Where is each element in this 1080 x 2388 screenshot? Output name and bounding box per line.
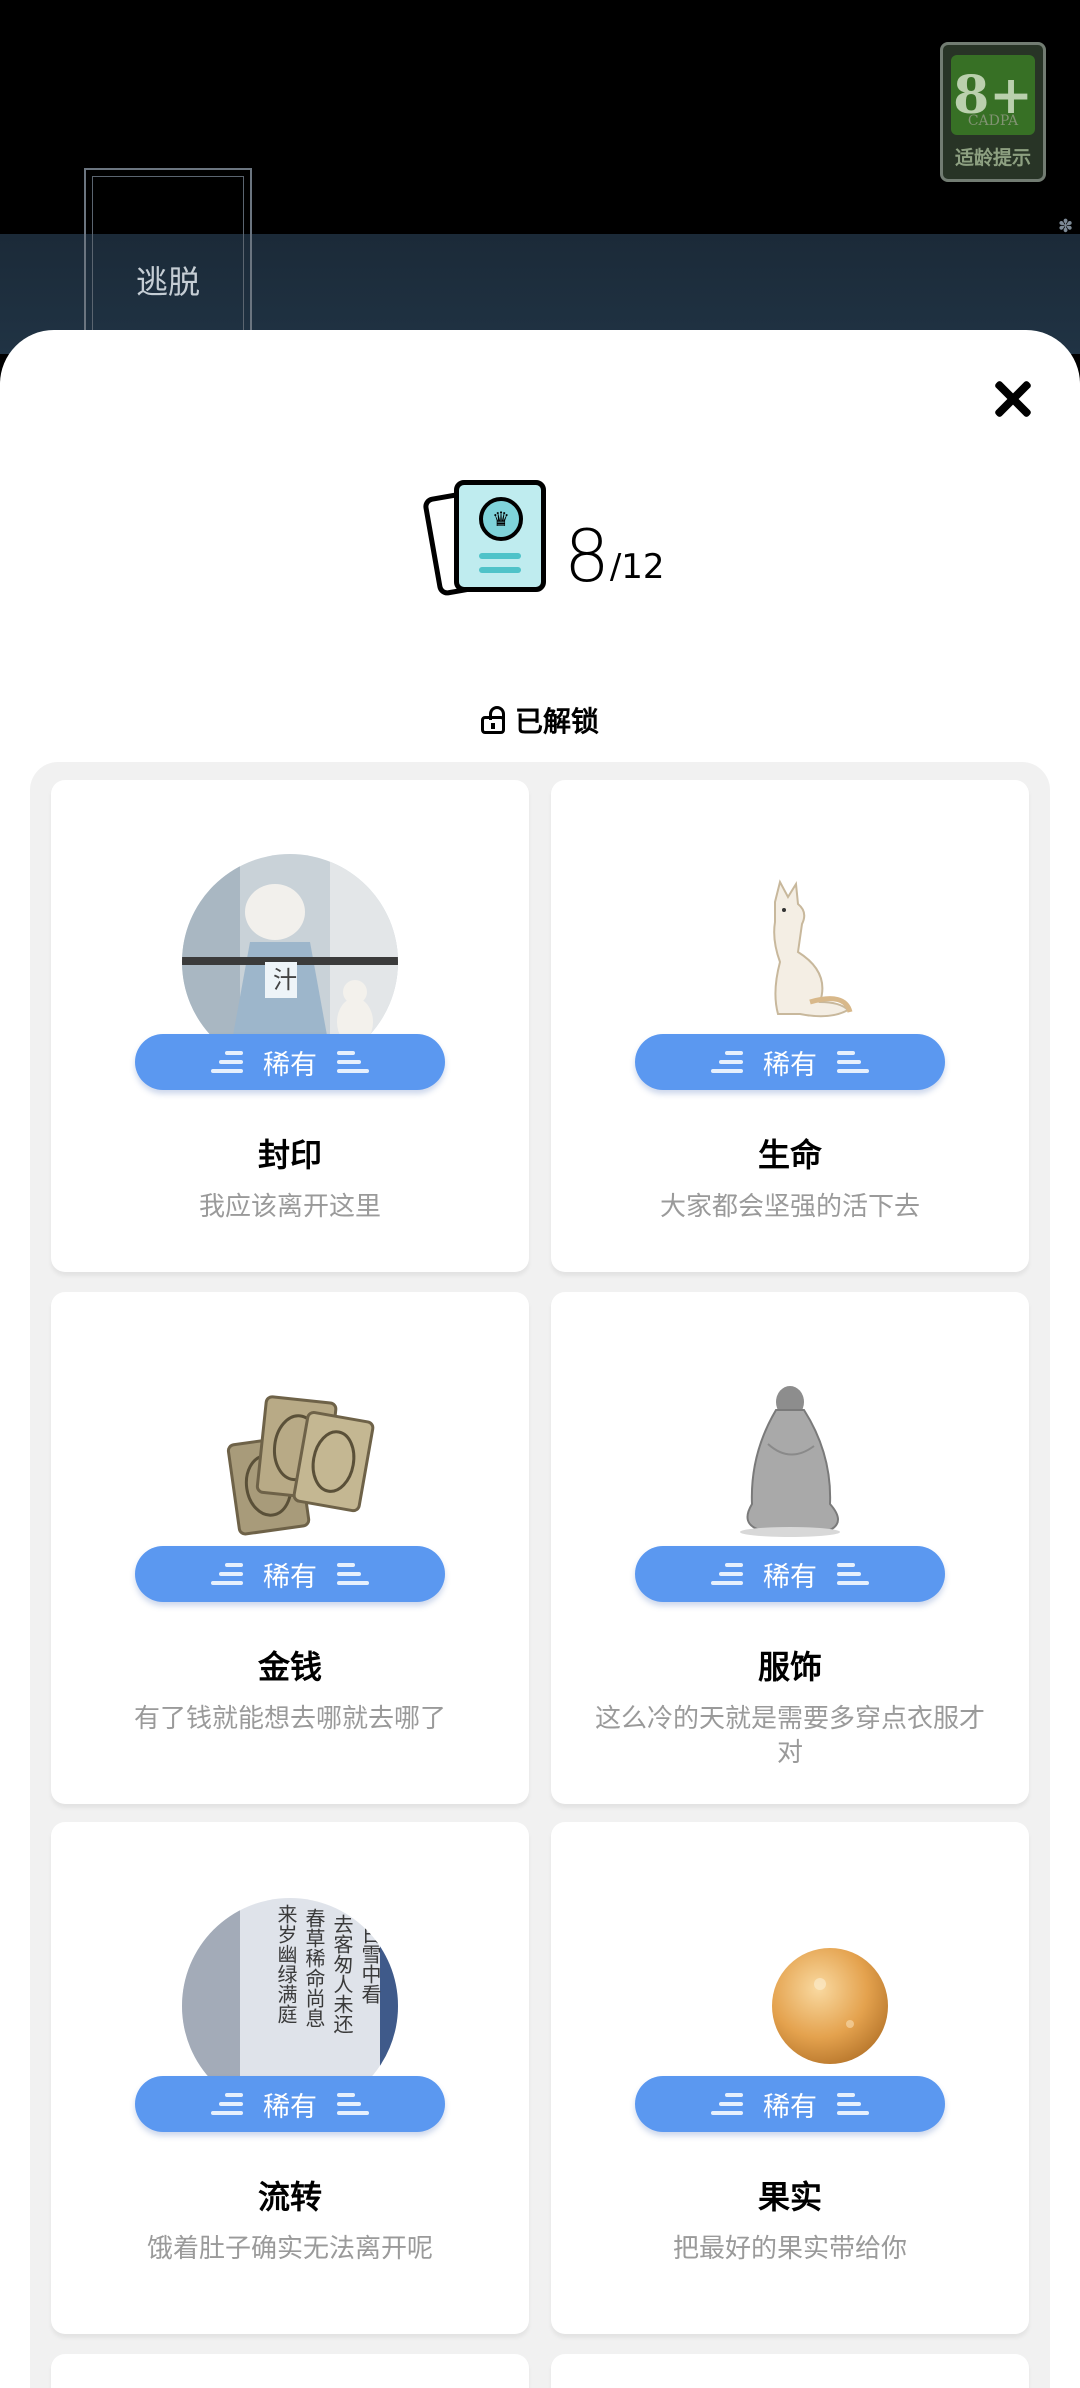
collection-counter: ♛ 8 /12: [421, 476, 665, 598]
card-description: 我应该离开这里: [198, 1192, 381, 1222]
unlock-icon: [480, 706, 505, 734]
poem-scroll-art: 长日雪中看 去客匆人未还 春草稀命尚息 来岁幽绿满庭: [182, 1898, 398, 2094]
flower-icon: ✽: [1058, 216, 1074, 237]
card-description: 大家都会坚强的活下去: [659, 1192, 920, 1222]
rarity-badge: 稀有: [635, 2076, 945, 2132]
cloaked-figure-art: [740, 1386, 840, 1537]
card-name: 果实: [757, 2178, 822, 2216]
svg-text:长日雪中看: 长日雪中看: [358, 1904, 382, 2004]
collected-count: 8: [564, 514, 610, 598]
close-button[interactable]: [990, 376, 1036, 422]
collection-card[interactable]: 汁 稀有 封印 我应该离开这里: [51, 780, 529, 1272]
collection-card[interactable]: [51, 2354, 529, 2388]
age-rating-label: 适龄提示: [954, 147, 1031, 169]
card-description: 把最好的果实带给你: [672, 2234, 907, 2264]
svg-text:来岁幽绿满庭: 来岁幽绿满庭: [274, 1904, 298, 2024]
age-rating-org: CADPA: [967, 113, 1019, 129]
svg-text:去客匆人未还: 去客匆人未还: [330, 1914, 354, 2034]
card-name: 服饰: [757, 1648, 822, 1686]
card-grid: 汁 稀有 封印 我应该离开这里 稀有 生命 大家都会坚强的活下去 稀有 金钱 有…: [30, 762, 1050, 2388]
card-collection-icon: ♛: [421, 480, 552, 597]
svg-text:汁: 汁: [273, 966, 297, 994]
card-description: 有了钱就能想去哪就去哪了: [133, 1704, 446, 1734]
collection-card[interactable]: 稀有 果实 把最好的果实带给你: [551, 1822, 1029, 2334]
card-name: 金钱: [257, 1648, 322, 1686]
collection-card[interactable]: 长日雪中看 去客匆人未还 春草稀命尚息 来岁幽绿满庭 稀有 流转 饿着肚子确实无…: [51, 1822, 529, 2334]
boy-and-fox-art: 汁: [182, 854, 398, 1052]
collection-card[interactable]: 稀有 金钱 有了钱就能想去哪就去哪了: [51, 1292, 529, 1804]
card-name: 流转: [257, 2178, 322, 2216]
white-fox-art: [773, 879, 853, 1018]
card-name: 生命: [757, 1136, 822, 1174]
rarity-badge: 稀有: [635, 1034, 945, 1090]
collection-card[interactable]: [551, 2354, 1029, 2388]
unlocked-section-header: 已解锁: [0, 700, 1080, 740]
collection-modal: ♛ 8 /12 已解锁 汁 稀有 封印 我应该离开这里 稀有 生命 大家都会坚强…: [0, 330, 1080, 2388]
collection-card[interactable]: 稀有 服饰 这么冷的天就是需要多穿点衣服才对: [551, 1292, 1029, 1804]
age-rating-badge: 8+ CADPA 适龄提示: [940, 42, 1046, 182]
unlocked-label: 已解锁: [514, 705, 599, 738]
card-description: 这么冷的天就是需要多穿点衣服才对: [594, 1704, 985, 1768]
rarity-badge: 稀有: [635, 1546, 945, 1602]
card-name: 封印: [257, 1136, 322, 1174]
crown-icon: ♛: [479, 497, 523, 541]
rarity-badge: 稀有: [135, 1546, 445, 1602]
gold-coins-art: [226, 1395, 375, 1536]
card-description: 饿着肚子确实无法离开呢: [146, 2234, 433, 2264]
svg-text:春草稀命尚息: 春草稀命尚息: [302, 1908, 326, 2028]
collection-card[interactable]: 稀有 生命 大家都会坚强的活下去: [551, 780, 1029, 1272]
total-count: /12: [609, 547, 665, 587]
rarity-badge: 稀有: [135, 2076, 445, 2132]
rarity-badge: 稀有: [135, 1034, 445, 1090]
orange-fruit-art: [772, 1948, 888, 2064]
